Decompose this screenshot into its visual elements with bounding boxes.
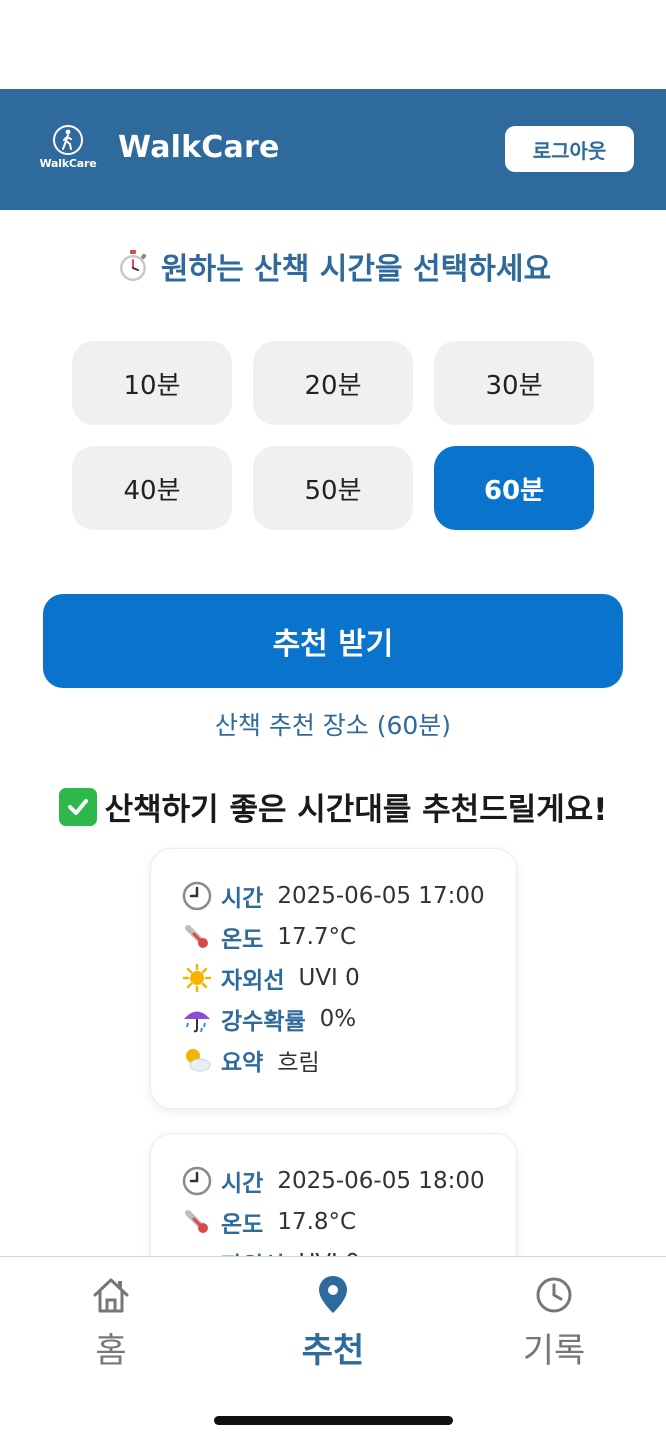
sun-behind-cloud-icon	[181, 1044, 213, 1076]
prompt-text: 원하는 산책 시간을 선택하세요	[160, 252, 552, 287]
duration-option-40[interactable]: 40분	[72, 446, 232, 530]
nav-history-label: 기록	[522, 1331, 586, 1371]
get-recommendation-button[interactable]: 추천 받기	[43, 594, 623, 688]
time-value: 2025-06-05 18:00	[277, 1167, 485, 1194]
summary-value: 흐림	[277, 1049, 320, 1076]
clock-icon	[536, 1277, 572, 1313]
temperature-value: 17.8°C	[277, 1208, 357, 1235]
location-pin-icon	[319, 1276, 347, 1313]
temperature-label: 온도	[221, 926, 264, 953]
walker-icon	[53, 125, 83, 155]
uv-value: UVI 0	[298, 964, 360, 991]
thermometer-icon	[181, 921, 213, 953]
thermometer-icon	[181, 1206, 213, 1238]
nav-home[interactable]: 홈	[36, 1273, 186, 1372]
check-mark-icon	[58, 787, 97, 826]
sun-icon	[181, 962, 213, 994]
app-screen: WalkCare WalkCare 로그아웃 원하는 산책 시간을 선택하세요 …	[0, 0, 666, 1440]
duration-option-30[interactable]: 30분	[434, 341, 594, 425]
time-row: 시간 2025-06-05 18:00	[181, 1160, 516, 1201]
uv-row: 자외선 UVI 0	[181, 957, 516, 998]
brand-title: WalkCare	[118, 130, 280, 165]
nav-recommend[interactable]: 추천	[258, 1273, 408, 1372]
duration-option-50[interactable]: 50분	[253, 446, 413, 530]
nav-history[interactable]: 기록	[479, 1273, 629, 1372]
logo-text: WalkCare	[39, 157, 97, 170]
recommended-places-link[interactable]: 산책 추천 장소 (60분)	[0, 706, 666, 742]
stopwatch-icon	[119, 250, 147, 281]
section-title: 산책하기 좋은 시간대를 추천드릴게요!	[0, 784, 666, 829]
temperature-row: 온도 17.7°C	[181, 916, 516, 957]
summary-label: 요약	[221, 1049, 264, 1076]
duration-option-10[interactable]: 10분	[72, 341, 232, 425]
duration-option-20[interactable]: 20분	[253, 341, 413, 425]
bottom-nav: 홈 추천 기록	[0, 1256, 666, 1440]
time-label: 시간	[221, 885, 264, 912]
duration-option-60[interactable]: 60분	[434, 446, 594, 530]
rain-value: 0%	[319, 1005, 357, 1032]
clock-icon	[181, 1165, 213, 1197]
nav-recommend-label: 추천	[301, 1331, 365, 1371]
duration-prompt: 원하는 산책 시간을 선택하세요	[0, 244, 666, 288]
uv-label: 자외선	[221, 967, 285, 994]
logout-button[interactable]: 로그아웃	[505, 126, 634, 172]
section-title-text: 산책하기 좋은 시간대를 추천드릴게요!	[104, 792, 608, 828]
temperature-row: 온도 17.8°C	[181, 1201, 516, 1242]
time-label: 시간	[221, 1170, 264, 1197]
summary-row: 요약 흐림	[181, 1039, 516, 1080]
umbrella-rain-icon	[181, 1003, 213, 1035]
time-value: 2025-06-05 17:00	[277, 882, 485, 909]
time-row: 시간 2025-06-05 17:00	[181, 875, 516, 916]
clock-icon	[181, 880, 213, 912]
nav-home-label: 홈	[95, 1331, 127, 1371]
app-logo: WalkCare	[38, 125, 98, 175]
rain-label: 강수확률	[221, 1008, 306, 1035]
temperature-value: 17.7°C	[277, 923, 357, 950]
time-slot-card[interactable]: 시간 2025-06-05 17:00 온도 17.7°C 자외선 UVI 0 …	[150, 848, 517, 1109]
temperature-label: 온도	[221, 1211, 264, 1238]
home-icon	[93, 1278, 129, 1313]
app-header: WalkCare WalkCare 로그아웃	[0, 89, 666, 210]
home-indicator[interactable]	[214, 1416, 453, 1425]
rain-row: 강수확률 0%	[181, 998, 516, 1039]
